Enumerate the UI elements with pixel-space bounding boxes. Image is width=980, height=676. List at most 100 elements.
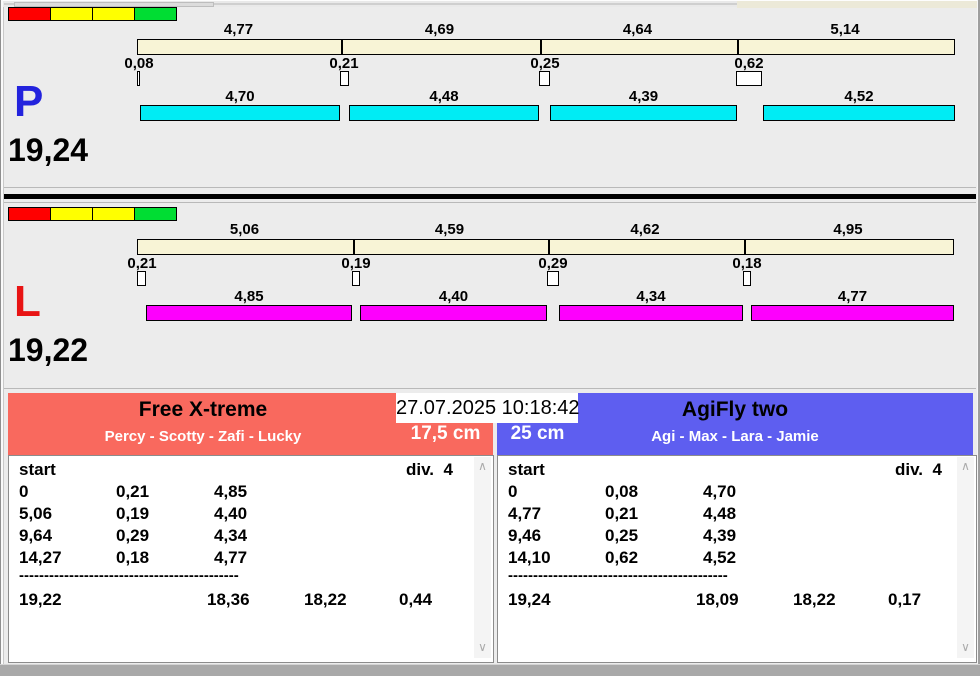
run-time: 4,52 xyxy=(703,548,737,567)
changeover-time: 0,19 xyxy=(116,504,150,523)
split-time-label: 4,95 xyxy=(833,221,863,238)
changeover-loss-label: 0,21 xyxy=(329,55,359,72)
changeover-loss-box xyxy=(539,71,550,86)
cumulative-time: 9,64 xyxy=(19,526,53,545)
dog-run-bar xyxy=(360,305,547,321)
result-table-left[interactable]: start div. 4 0 0,21 4,85 5,06 0,19 4,40 9,64 0,… xyxy=(8,455,494,663)
dog-run-label: 4,39 xyxy=(628,88,659,105)
cumulative-time: 14,10 xyxy=(508,548,551,567)
lane-panel-l: L 19,22 5,06 0,21 4,85 4,59 0,19 4,40 4,62 0,29… xyxy=(8,207,956,389)
split-time-label: 5,06 xyxy=(229,221,260,238)
changeover-loss-box xyxy=(137,271,146,286)
green-light-block xyxy=(134,207,177,221)
split-time-bar xyxy=(137,239,954,255)
segment-tick xyxy=(353,240,355,254)
result-table-right[interactable]: start div. 4 0 0,08 4,70 4,77 0,21 4,48 9,46 0,… xyxy=(497,455,977,663)
horizontal-scrollbar[interactable] xyxy=(0,0,980,8)
jump-height-badge: 25 cm xyxy=(510,423,565,444)
run-time: 4,48 xyxy=(703,504,737,523)
changeover-time: 0,25 xyxy=(605,526,639,545)
traffic-light-legend xyxy=(8,207,177,221)
cumulative-time: 14,27 xyxy=(19,548,62,567)
cumulative-time: 0 xyxy=(19,482,29,501)
changeover-time: 0,62 xyxy=(605,548,639,567)
run-time: 4,34 xyxy=(214,526,248,545)
total-time: 19,22 xyxy=(19,590,62,609)
scroll-up-icon[interactable]: ∧ xyxy=(474,459,491,475)
changeover-loss-label: 0,19 xyxy=(341,255,371,272)
table-division-label: div. 4 xyxy=(406,460,453,479)
dog-run-label: 4,85 xyxy=(234,288,264,305)
run-time: 4,70 xyxy=(703,482,737,501)
team-name: Free X-treme xyxy=(138,398,268,421)
table-start-label: start xyxy=(508,460,545,479)
time-difference: 0,17 xyxy=(888,590,922,609)
changeover-loss-box xyxy=(352,271,360,286)
run-time: 4,40 xyxy=(214,504,248,523)
time-difference: 0,44 xyxy=(399,590,433,609)
dog-run-bar xyxy=(559,305,743,321)
window-bottom-bar xyxy=(0,664,980,676)
run-time: 4,39 xyxy=(703,526,737,545)
dog-run-bar xyxy=(140,105,340,121)
changeover-loss-box xyxy=(137,71,140,86)
yellow-light-block xyxy=(50,207,93,221)
reference-time: 18,22 xyxy=(793,590,836,609)
window-border-left-inner xyxy=(3,7,4,664)
split-time-label: 4,77 xyxy=(223,21,254,38)
panel-separator-line xyxy=(4,202,976,203)
scroll-down-icon[interactable]: ∨ xyxy=(957,640,974,656)
changeover-time: 0,18 xyxy=(116,548,150,567)
segment-tick xyxy=(744,240,746,254)
red-light-block xyxy=(8,7,51,21)
dog-run-label: 4,40 xyxy=(438,288,469,305)
changeover-loss-label: 0,21 xyxy=(127,255,157,272)
changeover-loss-box xyxy=(743,271,751,286)
cumulative-time: 4,77 xyxy=(508,504,542,523)
traffic-light-legend xyxy=(8,7,177,21)
panel-separator-line xyxy=(4,187,976,188)
red-light-block xyxy=(8,207,51,221)
changeover-loss-label: 0,29 xyxy=(538,255,568,272)
dog-run-label: 4,77 xyxy=(837,288,868,305)
changeover-loss-label: 0,25 xyxy=(530,55,560,72)
changeover-loss-box xyxy=(547,271,559,286)
dog-run-label: 4,52 xyxy=(844,88,874,105)
yellow-light-block xyxy=(92,7,135,21)
dog-run-bar xyxy=(349,105,539,121)
dog-run-bar xyxy=(763,105,955,121)
cumulative-time: 9,46 xyxy=(508,526,542,545)
lane-total-time: 19,22 xyxy=(8,332,89,368)
changeover-time: 0,21 xyxy=(605,504,639,523)
table-scrollbar[interactable]: ∧ ∨ xyxy=(474,457,491,658)
table-division-label: div. 4 xyxy=(895,460,942,479)
table-separator: ----------------------------------------… xyxy=(508,567,728,584)
changeover-loss-label: 0,08 xyxy=(124,55,154,72)
dog-run-bar xyxy=(751,305,954,321)
cumulative-time: 0 xyxy=(508,482,518,501)
run-time: 4,85 xyxy=(214,482,248,501)
timing-app-window: P 19,24 4,77 0,08 4,70 4,69 0,21 4,48 4,64 0,25… xyxy=(0,0,980,676)
split-time-label: 5,14 xyxy=(830,21,860,38)
table-start-label: start xyxy=(19,460,56,479)
scroll-down-icon[interactable]: ∨ xyxy=(474,640,491,656)
split-time-bar xyxy=(137,39,955,55)
split-time-label: 4,62 xyxy=(630,221,660,238)
reference-time: 18,22 xyxy=(304,590,347,609)
yellow-light-block xyxy=(50,7,93,21)
segment-tick xyxy=(548,240,550,254)
changeover-time: 0,21 xyxy=(116,482,150,501)
dog-run-bar xyxy=(146,305,352,321)
table-scrollbar[interactable]: ∧ ∨ xyxy=(957,457,974,658)
panel-separator-line xyxy=(4,388,976,389)
sum-run-times: 18,36 xyxy=(207,590,250,609)
changeover-loss-box xyxy=(736,71,762,86)
jump-height-badge: 17,5 cm xyxy=(410,423,481,444)
changeover-loss-label: 0,62 xyxy=(734,55,764,72)
lane-total-time: 19,24 xyxy=(8,132,89,168)
sum-run-times: 18,09 xyxy=(696,590,739,609)
dog-run-label: 4,48 xyxy=(429,88,459,105)
scroll-up-icon[interactable]: ∧ xyxy=(957,459,974,475)
cumulative-time: 5,06 xyxy=(19,504,53,523)
green-light-block xyxy=(134,7,177,21)
